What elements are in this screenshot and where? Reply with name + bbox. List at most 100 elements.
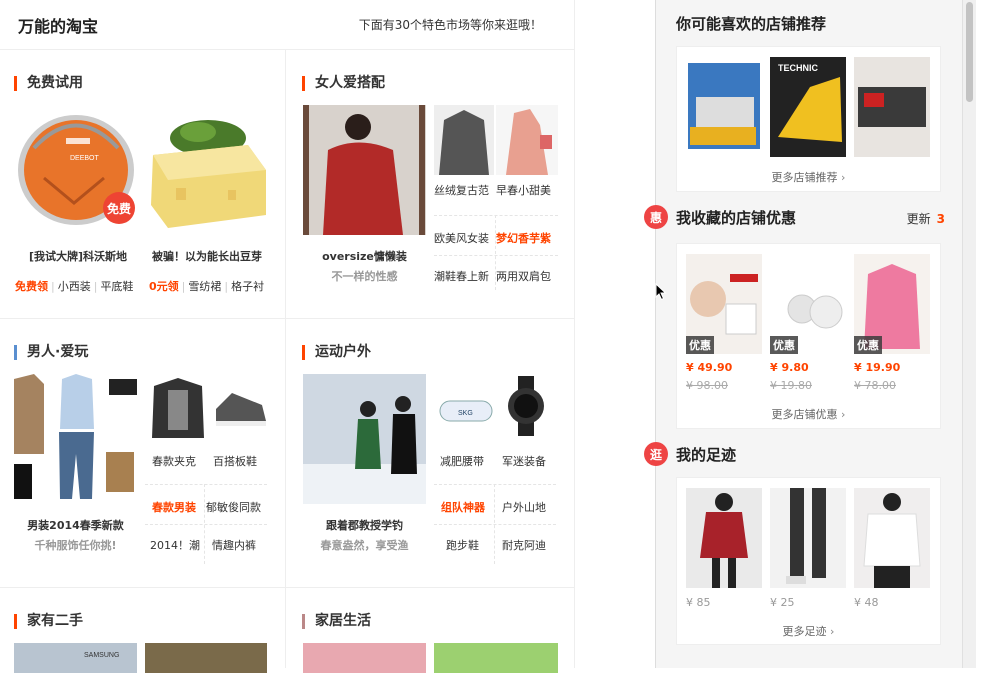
women-main-subcaption[interactable]: 不一样的性感 — [303, 268, 426, 284]
tag-link[interactable]: 格子衬 — [231, 280, 264, 293]
product-caption[interactable]: [我试大牌]科沃斯地 — [14, 248, 142, 264]
tag-link[interactable]: 免费领 — [15, 280, 48, 293]
chevron-right-icon: › — [841, 408, 846, 421]
favorite-shops-title: 我收藏的店铺优惠 — [676, 209, 797, 227]
section-men: 男人·爱玩 男装2014春季新款 千种服饰任你挑! 春款夹克 百搭板鞋 春款男装… — [0, 319, 286, 588]
watch-image[interactable] — [498, 376, 554, 436]
phone-image[interactable]: SAMSUNG — [14, 643, 137, 673]
women-link[interactable]: 欧美风女装 — [434, 230, 489, 246]
men-img-label[interactable]: 春款夹克 — [152, 453, 196, 469]
section-women: 女人爱搭配 oversize慵懒装 不一样的性感 丝绒复古范 早春小甜美 欧美风… — [286, 50, 575, 319]
scrollbar-thumb[interactable] — [966, 2, 973, 102]
dress-image[interactable] — [496, 105, 558, 175]
favorite-product-image[interactable]: 优惠 — [854, 254, 930, 354]
tag-link[interactable]: 平底鞋 — [100, 280, 133, 293]
sports-main-image[interactable] — [303, 374, 426, 504]
discount-tag: 优惠 — [854, 336, 882, 354]
tag-row: 免费领 | 小西装 | 平底鞋 — [15, 280, 134, 293]
women-main-caption[interactable]: oversize慵懒装 — [303, 248, 426, 264]
men-img-label[interactable]: 百搭板鞋 — [213, 453, 257, 469]
footprint-price: ¥ 85 — [686, 596, 711, 609]
sneaker-image[interactable] — [212, 379, 268, 435]
footprint-product-image[interactable] — [770, 488, 846, 588]
women-link[interactable]: 早春小甜美 — [496, 182, 551, 198]
discount-tag: 优惠 — [770, 336, 798, 354]
section-title: 运动户外 — [302, 345, 371, 360]
chevron-right-icon: › — [830, 625, 835, 638]
footprint-price: ¥ 25 — [770, 596, 795, 609]
favorite-shops-box: 优惠 优惠 优惠 ¥ 49.90 ¥ 9.80 ¥ 19.90 ¥ 98.00 … — [676, 243, 941, 429]
tag-link[interactable]: 雪纺裙 — [188, 280, 221, 293]
women-link[interactable]: 梦幻香芋紫 — [496, 230, 551, 246]
jacket-image[interactable] — [148, 376, 208, 440]
tag-link[interactable]: 0元领 — [149, 280, 179, 293]
shop-product-image[interactable] — [854, 57, 930, 157]
sports-link[interactable]: 组队神器 — [441, 499, 485, 515]
belt-image[interactable]: SKG — [436, 389, 496, 439]
footprints-title: 我的足迹 — [676, 446, 737, 464]
original-price: ¥ 78.00 — [854, 379, 896, 392]
update-counter[interactable]: 更新 3 — [907, 210, 945, 227]
discount-badge-icon: 惠 — [644, 205, 668, 229]
footprint-product-image[interactable] — [686, 488, 762, 588]
sports-link[interactable]: 跑步鞋 — [446, 537, 479, 553]
sale-price: ¥ 19.90 — [854, 361, 901, 374]
home-kitty-image[interactable] — [434, 643, 558, 673]
jacket-image[interactable] — [434, 105, 494, 175]
market-subtitle[interactable]: 下面有30个特色市场等你来逛哦！ — [359, 16, 542, 33]
sports-link[interactable]: 耐克阿迪 — [502, 537, 546, 553]
favorite-product-image[interactable]: 优惠 — [770, 254, 846, 354]
section-title: 家居生活 — [302, 614, 371, 629]
men-link[interactable]: 春款男装 — [152, 499, 196, 515]
footprint-product-image[interactable] — [854, 488, 930, 588]
technic-logo: TECHNIC — [778, 63, 818, 73]
sports-img-label[interactable]: 减肥腰带 — [440, 453, 484, 469]
section-second-hand: 家有二手 SAMSUNG — [0, 588, 286, 673]
more-shop-discount-link[interactable]: 更多店铺优惠 › — [677, 406, 940, 422]
favorite-product-image[interactable]: 优惠 — [686, 254, 762, 354]
women-main-image[interactable] — [303, 105, 426, 235]
women-link[interactable]: 潮鞋春上新 — [434, 268, 489, 284]
men-main-subcaption[interactable]: 千种服饰任你挑! — [14, 537, 137, 553]
women-link[interactable]: 丝绒复古范 — [434, 182, 489, 198]
secondhand-image[interactable] — [145, 643, 267, 673]
home-main-image[interactable] — [303, 643, 426, 673]
section-free-trial: 免费试用 DEEBOT 免费 [我试大牌]科沃斯地 被骗！以为能长出豆芽 免费领… — [0, 50, 286, 319]
men-link[interactable]: 郁敏俊同款 — [206, 499, 261, 515]
sports-main-subcaption[interactable]: 春意盎然，享受渔 — [303, 537, 426, 553]
product-caption[interactable]: 被骗！以为能长出豆芽 — [142, 248, 272, 264]
more-footprints-link[interactable]: 更多足迹 › — [677, 623, 940, 639]
recommend-sidebar: 你可能喜欢的店铺推荐 TECHNIC 更多店铺推荐 › 惠 我收藏的店铺优惠 更… — [644, 0, 965, 668]
shop-product-image[interactable] — [686, 57, 762, 157]
shop-product-image[interactable]: TECHNIC — [770, 57, 846, 157]
deebot-logo: DEEBOT — [70, 155, 100, 162]
samsung-logo: SAMSUNG — [84, 652, 119, 659]
tag-link[interactable]: 小西装 — [58, 280, 91, 293]
robot-vacuum-image[interactable]: DEEBOT 免费 — [14, 108, 140, 228]
update-count: 3 — [936, 212, 945, 226]
men-link[interactable]: 2014！潮 — [150, 537, 200, 553]
market-title: 万能的淘宝 — [18, 16, 99, 36]
chevron-right-icon: › — [841, 171, 846, 184]
sports-img-label[interactable]: 军迷装备 — [502, 453, 546, 469]
sprout-pot-image[interactable] — [148, 110, 268, 230]
section-title: 男人·爱玩 — [14, 345, 88, 360]
tag-row: 0元领 | 雪纺裙 | 格子衬 — [149, 280, 265, 293]
sports-main-caption[interactable]: 跟着郡教授学钓 — [303, 517, 426, 533]
free-badge: 免费 — [107, 201, 131, 216]
footprints-box: ¥ 85 ¥ 25 ¥ 48 更多足迹 › — [676, 477, 941, 645]
sale-price: ¥ 49.90 — [686, 361, 733, 374]
men-main-caption[interactable]: 男装2014春季新款 — [14, 517, 137, 533]
sports-link[interactable]: 户外山地 — [502, 499, 546, 515]
section-sports: 运动户外 跟着郡教授学钓 春意盎然，享受渔 SKG 减肥腰带 军迷装备 组队神器… — [286, 319, 575, 588]
shop-recommend-box: TECHNIC 更多店铺推荐 › — [676, 46, 941, 192]
men-link[interactable]: 情趣内裤 — [212, 537, 256, 553]
vertical-scrollbar[interactable] — [962, 0, 976, 668]
section-title: 家有二手 — [14, 614, 83, 629]
discount-tag: 优惠 — [686, 336, 714, 354]
more-shop-recommend-link[interactable]: 更多店铺推荐 › — [677, 169, 940, 185]
market-header: 万能的淘宝 下面有30个特色市场等你来逛哦！ — [0, 0, 574, 50]
men-main-image[interactable] — [14, 374, 137, 504]
women-link[interactable]: 两用双肩包 — [496, 268, 551, 284]
skg-logo: SKG — [458, 410, 473, 417]
